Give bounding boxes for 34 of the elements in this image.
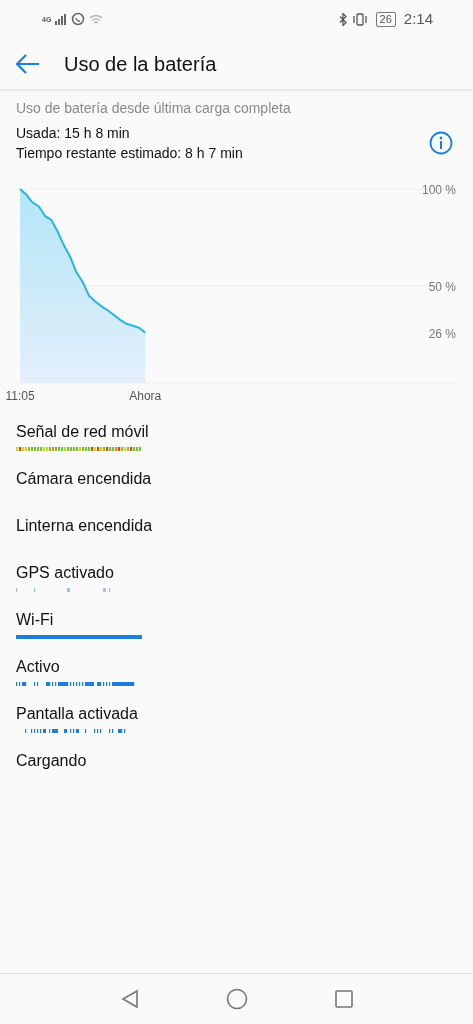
used-time: Usada: 15 h 8 min: [16, 124, 131, 143]
timeline-label: Cargando: [16, 751, 88, 771]
page-title: Uso de la batería: [64, 51, 217, 77]
timeline-label: GPS activado: [16, 563, 115, 583]
triangle-back-icon: [119, 989, 140, 1009]
remaining-time: Tiempo restante estimado: 8 h 7 min: [16, 144, 244, 163]
timeline-label: Cámara encendida: [16, 469, 153, 489]
vibrate-icon: [351, 12, 368, 26]
clock: 2:14: [403, 8, 433, 29]
back-icon: [16, 53, 40, 74]
info-button[interactable]: [429, 131, 453, 155]
axis-label: 26 %: [428, 326, 456, 341]
axis-label: 11:05: [5, 389, 35, 403]
back-button[interactable]: [16, 53, 40, 74]
info-icon: [429, 131, 453, 155]
axis-label: 50 %: [428, 280, 456, 294]
wifi-icon: [89, 13, 104, 25]
timeline-label: Pantalla activada: [16, 704, 139, 724]
signal-icon: [55, 13, 68, 25]
axis-label: 100 %: [421, 183, 456, 197]
battery-level: 26: [375, 11, 396, 27]
timeline-label: Activo: [16, 657, 61, 677]
recents-nav-button[interactable]: [333, 989, 354, 1009]
home-circle-icon: [225, 988, 248, 1010]
axis-label: Ahora: [129, 389, 162, 403]
timeline-label: Wi-Fi: [16, 610, 55, 630]
chat-icon: [71, 12, 86, 26]
timeline-label: Linterna encendida: [16, 516, 154, 536]
square-recents-icon: [333, 989, 354, 1009]
bluetooth-icon: [338, 12, 348, 26]
home-nav-button[interactable]: [225, 988, 248, 1010]
timeline-label: Señal de red móvil: [16, 422, 150, 442]
summary-caption: Uso de batería desde última carga completa: [16, 99, 291, 118]
back-nav-button[interactable]: [119, 989, 140, 1009]
